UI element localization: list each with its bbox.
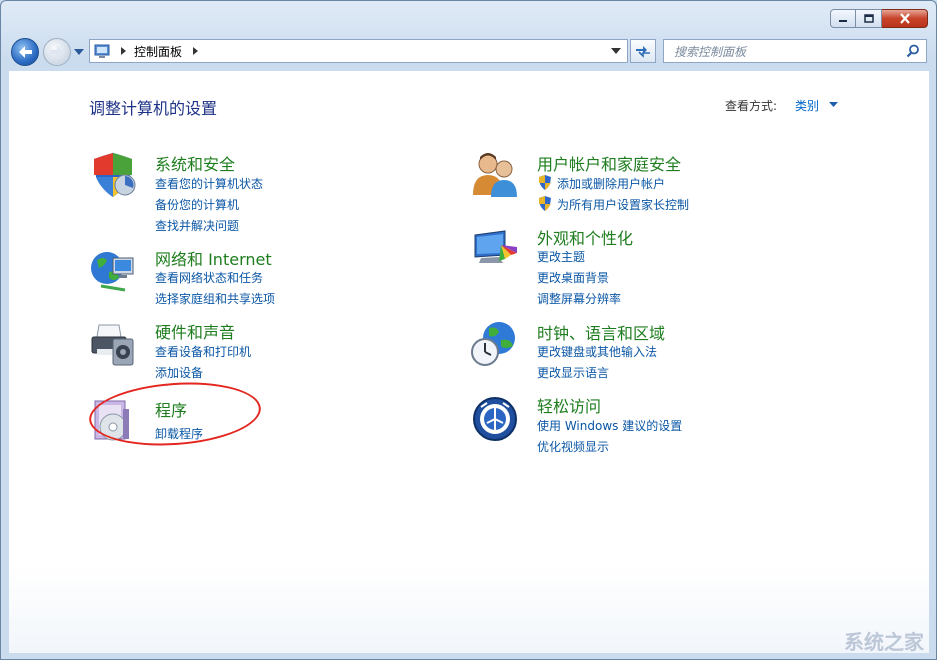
- category-title[interactable]: 外观和个性化: [537, 225, 633, 249]
- link-change-keyboard[interactable]: 更改键盘或其他输入法: [537, 343, 657, 360]
- category-title[interactable]: 轻松访问: [537, 393, 601, 417]
- ease-of-access-icon[interactable]: [471, 393, 519, 441]
- control-panel-icon: [94, 44, 110, 58]
- clock-globe-icon[interactable]: [471, 320, 519, 368]
- back-button[interactable]: [11, 38, 39, 66]
- maximize-button[interactable]: [856, 9, 882, 28]
- close-button[interactable]: [882, 9, 928, 28]
- uac-shield-icon: [539, 175, 551, 190]
- category-title[interactable]: 网络和 Internet: [155, 246, 272, 270]
- category-programs: 程序 卸载程序: [89, 397, 469, 477]
- address-history-dropdown-icon[interactable]: [611, 48, 621, 54]
- title-bar: [1, 1, 936, 35]
- category-user-accounts: 用户帐户和家庭安全 添加或删除用户帐户 为所有用户设置家长控制: [471, 151, 851, 231]
- printer-icon[interactable]: [89, 319, 137, 367]
- link-uninstall-program[interactable]: 卸载程序: [155, 425, 203, 442]
- network-globe-icon[interactable]: [89, 246, 137, 294]
- category-network-internet: 网络和 Internet 查看网络状态和任务 选择家庭组和共享选项: [89, 246, 469, 326]
- shield-icon[interactable]: [89, 151, 137, 199]
- refresh-button[interactable]: [630, 39, 656, 63]
- address-bar[interactable]: 控制面板: [89, 39, 628, 63]
- search-box: [663, 39, 927, 63]
- search-input[interactable]: [672, 41, 896, 63]
- link-parental-controls[interactable]: 为所有用户设置家长控制: [557, 196, 689, 213]
- link-change-theme[interactable]: 更改主题: [537, 248, 585, 265]
- link-screen-resolution[interactable]: 调整屏幕分辨率: [537, 290, 621, 307]
- link-troubleshoot[interactable]: 查找并解决问题: [155, 217, 239, 234]
- content-pane: 调整计算机的设置 查看方式: 类别 系统和安全 查看您的计算机状态 备份您的计算…: [9, 71, 929, 653]
- forward-arrow-icon: [50, 46, 63, 58]
- control-panel-window: 控制面板 调整计算机的设置 查看方式: 类别: [0, 0, 937, 660]
- monitor-palette-icon[interactable]: [471, 225, 519, 273]
- window-controls: [830, 9, 928, 28]
- minimize-button[interactable]: [830, 9, 856, 28]
- category-system-security: 系统和安全 查看您的计算机状态 备份您的计算机 查找并解决问题: [89, 151, 469, 234]
- link-view-computer-status[interactable]: 查看您的计算机状态: [155, 175, 263, 192]
- search-icon[interactable]: [906, 44, 920, 58]
- breadcrumb-expand-icon[interactable]: [190, 46, 202, 56]
- back-arrow-icon: [19, 46, 32, 58]
- category-appearance: 外观和个性化 更改主题 更改桌面背景 调整屏幕分辨率: [471, 225, 851, 307]
- maximize-icon: [863, 14, 874, 23]
- watermark: 系统之家: [844, 630, 924, 654]
- link-backup-computer[interactable]: 备份您的计算机: [155, 196, 239, 213]
- page-title: 调整计算机的设置: [89, 99, 218, 118]
- link-add-device[interactable]: 添加设备: [155, 364, 203, 381]
- view-by-chevron-down-icon[interactable]: [829, 102, 838, 107]
- view-by-label: 查看方式:: [725, 99, 778, 113]
- link-change-display-language[interactable]: 更改显示语言: [537, 364, 609, 381]
- category-hardware-sound: 硬件和声音 查看设备和打印机 添加设备: [89, 319, 469, 399]
- refresh-icon: [636, 46, 650, 58]
- category-title[interactable]: 系统和安全: [155, 151, 235, 175]
- uac-shield-icon: [539, 196, 551, 211]
- link-view-network-status[interactable]: 查看网络状态和任务: [155, 269, 263, 286]
- recent-pages-dropdown-icon[interactable]: [74, 49, 84, 55]
- programs-icon[interactable]: [89, 397, 137, 445]
- category-ease-of-access: 轻松访问 使用 Windows 建议的设置 优化视频显示: [471, 393, 851, 473]
- link-optimize-video[interactable]: 优化视频显示: [537, 438, 609, 455]
- navigation-bar: 控制面板: [1, 37, 936, 67]
- category-clock-language: 时钟、语言和区域 更改键盘或其他输入法 更改显示语言: [471, 320, 851, 400]
- link-add-remove-accounts[interactable]: 添加或删除用户帐户: [557, 175, 665, 192]
- category-title[interactable]: 程序: [155, 397, 187, 421]
- link-homegroup-sharing[interactable]: 选择家庭组和共享选项: [155, 290, 275, 307]
- category-title[interactable]: 时钟、语言和区域: [537, 320, 665, 344]
- minimize-icon: [839, 19, 847, 22]
- link-change-background[interactable]: 更改桌面背景: [537, 269, 609, 286]
- view-by-dropdown[interactable]: 类别: [795, 97, 819, 114]
- link-devices-printers[interactable]: 查看设备和打印机: [155, 343, 251, 360]
- breadcrumb-separator-icon: [121, 47, 126, 55]
- category-title[interactable]: 用户帐户和家庭安全: [537, 151, 681, 175]
- forward-button[interactable]: [43, 38, 71, 66]
- breadcrumb-control-panel[interactable]: 控制面板: [134, 43, 182, 60]
- close-icon: [899, 13, 910, 24]
- link-recommended-settings[interactable]: 使用 Windows 建议的设置: [537, 417, 682, 434]
- users-icon[interactable]: [471, 151, 519, 199]
- category-title[interactable]: 硬件和声音: [155, 319, 235, 343]
